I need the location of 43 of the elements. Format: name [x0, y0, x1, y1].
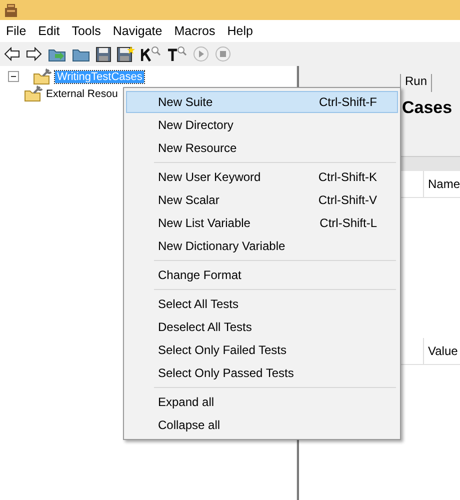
shortcut-text: Ctrl-Shift-V [318, 193, 377, 207]
forward-arrow-icon[interactable] [26, 47, 42, 61]
tree-item[interactable]: External Resou [44, 88, 120, 100]
play-icon[interactable] [193, 46, 209, 62]
menu-option[interactable]: New Suite Ctrl-Shift-F [126, 91, 398, 113]
menu-option[interactable]: Deselect All Tests [126, 316, 398, 338]
menu-item[interactable]: Macros [168, 24, 222, 38]
shortcut-text: Ctrl-Shift-K [318, 170, 377, 184]
column-header: Value [422, 338, 458, 364]
stop-icon[interactable] [215, 46, 231, 62]
menu-item[interactable]: Edit [32, 24, 66, 38]
save-icon[interactable] [96, 46, 111, 62]
menu-item[interactable]: Tools [66, 24, 107, 38]
menu-option[interactable]: Select All Tests [126, 293, 398, 315]
menu-option[interactable]: Collapse all [126, 414, 398, 436]
folder-wrench-icon [33, 68, 53, 85]
menu-option[interactable]: New Dictionary Variable [126, 235, 398, 257]
menu-item[interactable]: Help [221, 24, 259, 38]
menu-item[interactable]: File [0, 24, 32, 38]
menu-option[interactable]: New List Variable Ctrl-Shift-L [126, 212, 398, 234]
test-search-icon[interactable] [167, 46, 187, 62]
folder-arrow-icon[interactable] [48, 46, 66, 62]
menu-option[interactable]: Select Only Failed Tests [126, 339, 398, 361]
tab[interactable]: Run [400, 74, 432, 92]
menu-option[interactable]: New Directory [126, 114, 398, 136]
folder-wrench-icon [24, 85, 44, 102]
app-logo-icon [4, 2, 18, 18]
keyword-search-icon[interactable] [141, 46, 161, 62]
shortcut-text: Ctrl-Shift-L [320, 216, 377, 230]
menu-option[interactable]: New Resource [126, 137, 398, 159]
column-header: Name [422, 171, 460, 197]
panel-heading: Cases [402, 98, 452, 117]
save-all-icon[interactable] [117, 46, 135, 62]
menu-option[interactable]: Expand all [126, 391, 398, 413]
menu-option[interactable]: New User Keyword Ctrl-Shift-K [126, 166, 398, 188]
menu-option[interactable]: Select Only Passed Tests [126, 362, 398, 384]
folder-icon[interactable] [72, 46, 90, 62]
back-arrow-icon[interactable] [4, 47, 20, 61]
shortcut-text: Ctrl-Shift-F [319, 95, 377, 109]
menu-option[interactable]: New Scalar Ctrl-Shift-V [126, 189, 398, 211]
menu-option[interactable]: Change Format [126, 264, 398, 286]
menu-item[interactable]: Navigate [106, 24, 168, 38]
collapse-toggle[interactable] [8, 71, 19, 82]
